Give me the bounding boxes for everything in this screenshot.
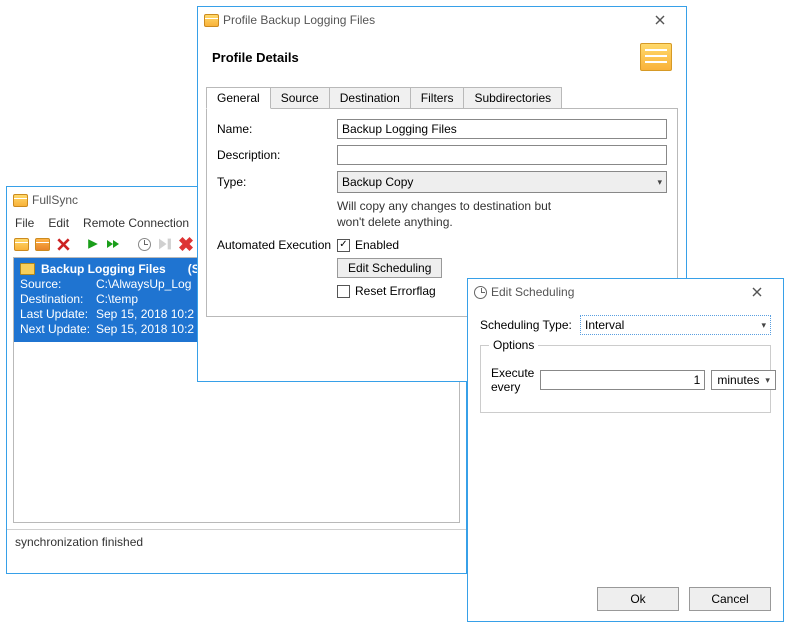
close-button[interactable]: [737, 281, 777, 303]
next-label: Next Update:: [20, 322, 96, 336]
profile-titlebar[interactable]: Profile Backup Logging Files: [198, 7, 686, 33]
menu-file[interactable]: File: [15, 216, 34, 230]
notes-icon: [14, 238, 29, 251]
interval-unit-value: minutes: [717, 373, 759, 387]
type-value: Backup Copy: [342, 175, 413, 189]
name-input[interactable]: [337, 119, 667, 139]
type-description-2: won't delete anything.: [337, 215, 667, 231]
description-input[interactable]: [337, 145, 667, 165]
notes-large-icon: [640, 43, 672, 71]
edit-scheduling-dialog: Edit Scheduling Scheduling Type: Interva…: [467, 278, 784, 622]
next-value: Sep 15, 2018 10:2: [96, 322, 194, 336]
name-label: Name:: [217, 122, 337, 136]
sched-type-select[interactable]: Interval ▾: [580, 315, 771, 335]
chevron-down-icon: ▾: [765, 375, 770, 386]
cancel-button[interactable]: Cancel: [689, 587, 771, 611]
last-value: Sep 15, 2018 10:2: [96, 307, 194, 321]
execute-every-label: Execute every: [491, 366, 534, 394]
dest-label: Destination:: [20, 292, 96, 306]
tab-source[interactable]: Source: [270, 87, 330, 109]
app-icon: [13, 194, 28, 207]
ok-button[interactable]: Ok: [597, 587, 679, 611]
tab-destination[interactable]: Destination: [329, 87, 411, 109]
last-label: Last Update:: [20, 307, 96, 321]
tab-subdirectories[interactable]: Subdirectories: [463, 87, 562, 109]
autoexec-label: Automated Execution: [217, 238, 337, 252]
menu-remote[interactable]: Remote Connection: [83, 216, 189, 230]
tabs: General Source Destination Filters Subdi…: [198, 87, 686, 109]
folder-icon: [20, 263, 35, 275]
menu-edit[interactable]: Edit: [48, 216, 69, 230]
interval-value-input[interactable]: [540, 370, 705, 390]
reset-errorflag-checkbox[interactable]: [337, 285, 350, 298]
toolbar-schedule-icon[interactable]: [135, 235, 153, 253]
toolbar-delete-icon[interactable]: [54, 235, 72, 253]
enabled-label: Enabled: [355, 238, 399, 252]
section-title: Profile Details: [212, 50, 299, 65]
notes2-icon: [35, 238, 50, 251]
clock-icon: [138, 238, 151, 251]
type-description-1: Will copy any changes to destination but: [337, 199, 667, 215]
status-text: synchronization finished: [15, 535, 143, 549]
toolbar-edit-icon[interactable]: [33, 235, 51, 253]
source-value: C:\AlwaysUp_Log: [96, 277, 191, 291]
chevron-down-icon: ▾: [657, 177, 662, 188]
tab-filters[interactable]: Filters: [410, 87, 465, 109]
enabled-checkbox[interactable]: ✓: [337, 239, 350, 252]
close-icon: [752, 287, 762, 297]
sched-titlebar[interactable]: Edit Scheduling: [468, 279, 783, 305]
sched-type-label: Scheduling Type:: [480, 318, 580, 332]
chevron-down-icon: ▾: [761, 320, 766, 331]
app-icon: [204, 14, 219, 27]
close-icon: [655, 15, 665, 25]
clock-icon: [474, 286, 487, 299]
toolbar-runall-icon[interactable]: [105, 235, 123, 253]
toolbar-stop-icon[interactable]: [156, 235, 174, 253]
profile-name: Backup Logging Files: [41, 262, 166, 276]
options-fieldset: Options Execute every minutes ▾: [480, 345, 771, 413]
toolbar-new-icon[interactable]: [12, 235, 30, 253]
statusbar: synchronization finished: [7, 529, 466, 554]
description-label: Description:: [217, 148, 337, 162]
options-legend: Options: [489, 338, 538, 352]
profile-dialog-title: Profile Backup Logging Files: [219, 13, 640, 27]
interval-unit-select[interactable]: minutes ▾: [711, 370, 776, 390]
dest-value: C:\temp: [96, 292, 138, 306]
type-label: Type:: [217, 175, 337, 189]
toolbar-run-icon[interactable]: [84, 235, 102, 253]
tab-general[interactable]: General: [206, 87, 271, 109]
type-select[interactable]: Backup Copy ▾: [337, 171, 667, 193]
toolbar-cancel-icon[interactable]: [177, 235, 195, 253]
source-label: Source:: [20, 277, 96, 291]
reset-errorflag-label: Reset Errorflag: [355, 284, 436, 298]
edit-scheduling-button[interactable]: Edit Scheduling: [337, 258, 442, 278]
sched-type-value: Interval: [585, 318, 624, 332]
sched-title: Edit Scheduling: [487, 285, 737, 299]
close-button[interactable]: [640, 9, 680, 31]
